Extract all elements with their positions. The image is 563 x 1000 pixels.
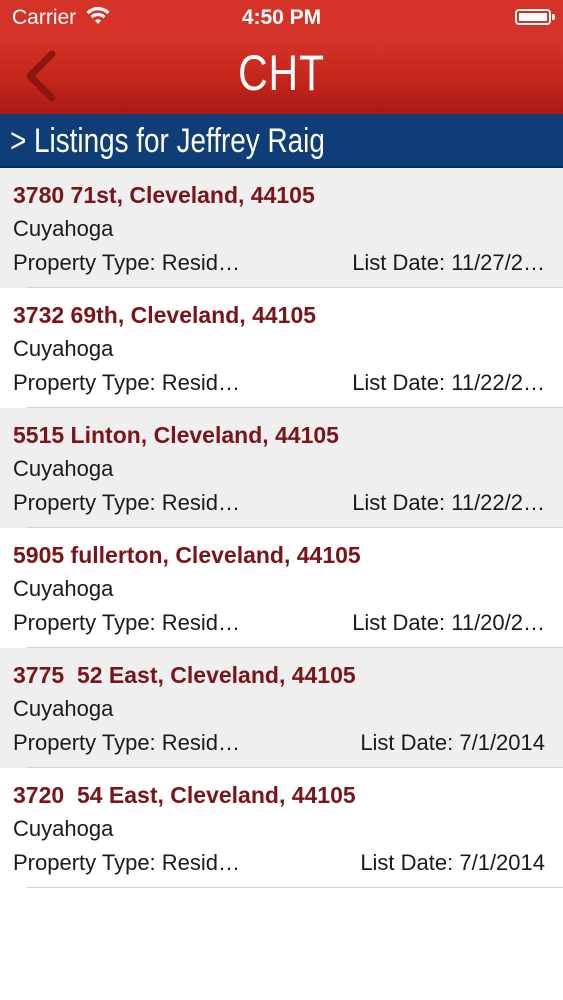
- listing-address: 3720 54 East, Cleveland, 44105: [13, 782, 356, 808]
- listing-address: 5515 Linton, Cleveland, 44105: [13, 422, 339, 448]
- navigation-bar: CHT: [0, 38, 563, 114]
- list-item[interactable]: 3775 52 East, Cleveland, 44105 Cuyahoga Pr…: [0, 648, 563, 768]
- app-title: CHT: [238, 45, 325, 101]
- listing-address: 3775 52 East, Cleveland, 44105: [13, 662, 356, 688]
- status-time: 4:50 PM: [241, 6, 322, 29]
- listing-property-type: Property Type: Resid…: [13, 850, 241, 875]
- listing-date: List Date: 7/1/2014: [360, 850, 545, 875]
- list-item[interactable]: 3780 71st, Cleveland, 44105 Cuyahoga Prope…: [0, 168, 563, 288]
- listing-date: List Date: 11/22/2…: [352, 490, 545, 515]
- listing-property-type: Property Type: Resid…: [13, 250, 241, 275]
- status-bar: Carrier 4:50 PM: [0, 0, 563, 38]
- listing-date: List Date: 11/27/2…: [352, 250, 545, 275]
- battery-icon: [515, 9, 555, 25]
- listing-address: 5905 fullerton, Cleveland, 44105: [13, 542, 361, 568]
- listing-property-type: Property Type: Resid…: [13, 610, 241, 635]
- listing-date: List Date: 11/20/2…: [352, 610, 545, 635]
- listing-county: Cuyahoga: [13, 696, 114, 721]
- listing-county: Cuyahoga: [13, 336, 114, 361]
- listing-property-type: Property Type: Resid…: [13, 730, 241, 755]
- listings-list: 3780 71st, Cleveland, 44105 Cuyahoga Prope…: [0, 168, 563, 888]
- listing-date: List Date: 11/22/2…: [352, 370, 545, 395]
- list-item[interactable]: 5515 Linton, Cleveland, 44105 Cuyahoga Pro…: [0, 408, 563, 528]
- list-item[interactable]: 3720 54 East, Cleveland, 44105 Cuyahoga Pr…: [0, 768, 563, 888]
- list-item[interactable]: 5905 fullerton, Cleveland, 44105 Cuyahoga…: [0, 528, 563, 648]
- listing-property-type: Property Type: Resid…: [13, 370, 241, 395]
- listing-address: 3780 71st, Cleveland, 44105: [13, 182, 315, 208]
- listing-property-type: Property Type: Resid…: [13, 490, 241, 515]
- listing-county: Cuyahoga: [13, 216, 114, 241]
- section-header: > Listings for Jeffrey Raig: [0, 114, 563, 168]
- listing-county: Cuyahoga: [13, 456, 114, 481]
- listing-county: Cuyahoga: [13, 816, 114, 841]
- listing-address: 3732 69th, Cleveland, 44105: [13, 302, 317, 328]
- listing-county: Cuyahoga: [13, 576, 114, 601]
- row-separator: [27, 887, 563, 888]
- list-item[interactable]: 3732 69th, Cleveland, 44105 Cuyahoga Prope…: [0, 288, 563, 408]
- battery-level: [519, 13, 547, 21]
- listing-date: List Date: 7/1/2014: [360, 730, 545, 755]
- battery-nub: [552, 14, 555, 20]
- section-title: > Listings for Jeffrey Raig: [10, 122, 325, 160]
